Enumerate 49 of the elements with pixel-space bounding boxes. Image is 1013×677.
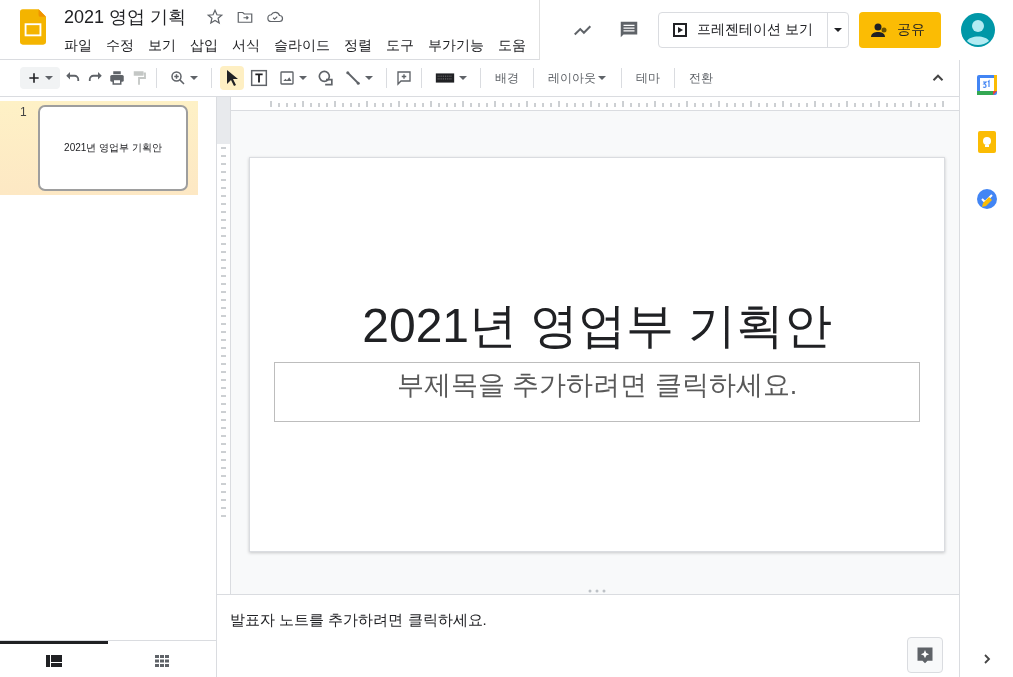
- menu-item[interactable]: 슬라이드: [274, 34, 337, 58]
- add-comment-icon[interactable]: [395, 69, 413, 87]
- toolbar-button[interactable]: 레이아웃: [542, 65, 613, 91]
- menu-item[interactable]: 수정: [106, 34, 141, 58]
- menu-item[interactable]: 도움: [498, 34, 533, 58]
- document-title[interactable]: 2021 영업 기획: [64, 5, 187, 29]
- sparkle-icon: [915, 645, 935, 665]
- caret-icon[interactable]: [458, 73, 468, 83]
- ruler-margin: [217, 97, 230, 144]
- slide-number: 1: [19, 105, 28, 121]
- play-icon: [673, 22, 688, 37]
- thumbnail-title: 2021년 영업부 기획안: [64, 141, 162, 155]
- menu-item[interactable]: 보기: [148, 34, 183, 58]
- zoom-icon[interactable]: [169, 69, 187, 87]
- menu-item[interactable]: 정렬: [344, 34, 379, 58]
- toolbar-button[interactable]: 테마: [630, 65, 666, 91]
- menu-item[interactable]: 서식: [232, 34, 267, 58]
- menu-item[interactable]: 도구: [386, 34, 421, 58]
- image-icon[interactable]: [278, 69, 296, 87]
- toolbar-button[interactable]: 전환: [683, 65, 719, 91]
- calendar-icon[interactable]: [976, 75, 997, 95]
- caret-icon[interactable]: [298, 73, 308, 83]
- print-icon[interactable]: [108, 69, 126, 87]
- slide-thumbnail-row[interactable]: 1 2021년 영업부 기획안: [0, 101, 198, 195]
- filmstrip-icon: [46, 654, 62, 667]
- caret-icon[interactable]: [189, 73, 199, 83]
- line-icon[interactable]: [344, 69, 362, 87]
- speaker-notes-placeholder[interactable]: 발표자 노트를 추가하려면 클릭하세요.: [230, 611, 487, 628]
- slide-title[interactable]: 2021년 영업부 기획안: [362, 298, 832, 354]
- menu-item[interactable]: 파일: [64, 34, 99, 58]
- star-icon[interactable]: [206, 8, 225, 26]
- explore-button[interactable]: [907, 637, 943, 673]
- menu-item[interactable]: 부가기능: [428, 34, 491, 58]
- menu-item[interactable]: 삽입: [190, 34, 225, 58]
- slide-canvas[interactable]: 2021년 영업부 기획안 부제목을 추가하려면 클릭하세요.: [249, 157, 945, 552]
- share-button[interactable]: 공유: [859, 11, 941, 48]
- avatar-icon[interactable]: [961, 12, 995, 47]
- subtitle-placeholder[interactable]: 부제목을 추가하려면 클릭하세요.: [274, 362, 920, 422]
- cursor-icon: [224, 69, 240, 87]
- shape-icon[interactable]: [316, 68, 336, 88]
- caret-icon[interactable]: [364, 73, 374, 83]
- plus-icon[interactable]: [26, 70, 42, 86]
- toolbar-button[interactable]: 배경: [489, 65, 525, 91]
- text-box-icon[interactable]: [248, 67, 270, 89]
- select-tool[interactable]: [220, 66, 244, 90]
- tasks-icon[interactable]: [976, 189, 997, 209]
- grid-icon: [155, 654, 169, 667]
- caret-icon[interactable]: [44, 73, 54, 83]
- slide-thumbnail[interactable]: 2021년 영업부 기획안: [38, 105, 188, 191]
